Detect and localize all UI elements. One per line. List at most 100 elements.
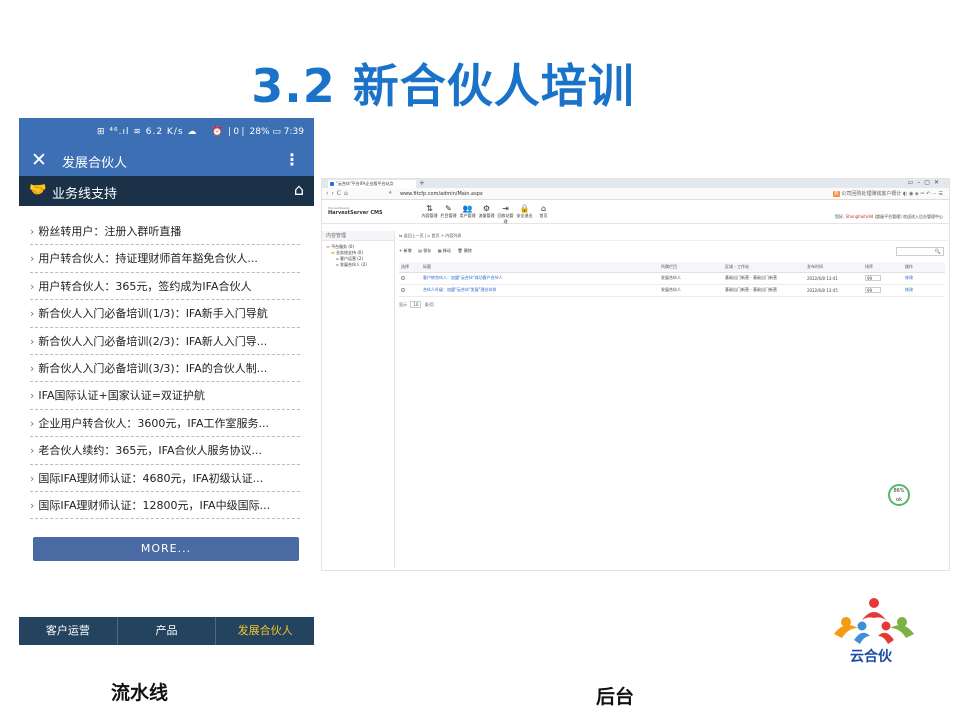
new-tab-icon[interactable]: +	[419, 179, 425, 187]
address-bar: ‹›C⌂ ★ www.fitcfp.com/admin/Main.aspx 热 …	[322, 188, 949, 200]
column-header: 选择	[399, 262, 421, 273]
chevron-right-icon: ›	[30, 444, 35, 458]
content-table: 选择 标题 所属栏目 区域 - 工作站 发布时间 排序 操作 客户转合伙人：加盟…	[399, 262, 945, 297]
list-item[interactable]: › 国际IFA理财师认证：12800元，IFA中级国际...	[30, 492, 300, 520]
save-button[interactable]: ▤ 保存	[418, 248, 431, 254]
progress-indicator: 86% ok	[888, 484, 910, 506]
row-category: 发展合伙人	[659, 284, 723, 297]
url-field[interactable]: www.fitcfp.com/admin/Main.aspx	[400, 191, 483, 197]
cms-brand: HarvestServer CMS	[328, 210, 383, 216]
row-region: 基础出门新营 - 基础出门新营	[723, 272, 805, 285]
home-icon[interactable]: ⌂	[294, 180, 304, 199]
gear-icon: ⚙	[482, 204, 491, 213]
tab-partner-development[interactable]: 发展合伙人	[216, 617, 314, 645]
chevron-right-icon: ›	[30, 279, 35, 293]
list-item[interactable]: › 老合伙人续约：365元，IFA合伙人服务协议...	[30, 437, 300, 465]
radio-icon[interactable]	[401, 275, 405, 280]
status-left: ⊞ ⁴⁶.ıl ≋ 6.2 K/s ☁	[97, 127, 198, 137]
lock-icon: 🔒	[519, 204, 530, 213]
radio-icon[interactable]	[401, 287, 405, 292]
list-item[interactable]: › 企业用户转合伙人：3600元，IFA工作室服务...	[30, 410, 300, 438]
browser-tab[interactable]: "云合伙"平台IFA企业版平台站点	[328, 180, 416, 188]
progress-sub: ok	[896, 497, 902, 503]
delete-button[interactable]: 🗑 删除	[458, 248, 472, 254]
list-item[interactable]: › 新合伙人入门必备培训(1/3)：IFA新手入门导航	[30, 300, 300, 328]
list-item-label: 新合伙人入门必备培训(1/3)：IFA新手入门导航	[38, 307, 268, 321]
menu-content-management[interactable]: ⇅ 内容管理	[420, 204, 439, 225]
row-sort: 99	[863, 284, 903, 297]
move-button[interactable]: ▦ 移动	[438, 248, 451, 254]
column-header: 区域 - 工作站	[723, 262, 805, 273]
folder-icon: ▬	[326, 244, 330, 249]
page-size-select[interactable]: 10	[410, 300, 422, 308]
search-icon[interactable]: 🔍	[935, 249, 941, 255]
window-controls-icon[interactable]: ▭–▢✕	[908, 179, 943, 186]
tree-node[interactable]: ▫ 发展合伙人 (2)	[326, 262, 390, 268]
cms-logo: HarvestDesign HarvestServer CMS	[328, 206, 383, 216]
list-item[interactable]: › IFA国际认证+国家认证=双证护航	[30, 382, 300, 410]
row-select[interactable]	[399, 284, 421, 297]
yunhehuo-logo: 云合伙	[828, 596, 920, 670]
menu-recycle-bin[interactable]: ⇥ 回收站管理	[496, 204, 515, 225]
favicon-icon	[330, 182, 334, 186]
row-select[interactable]	[399, 272, 421, 285]
sort-input[interactable]: 99	[865, 275, 881, 281]
menu-home[interactable]: ⌂ 首页	[534, 204, 553, 225]
column-header: 标题	[421, 262, 659, 273]
tab-products[interactable]: 产品	[118, 617, 217, 645]
tree-node-label: 客户运营 (2)	[340, 256, 363, 261]
home-icon: ⌂	[540, 204, 547, 213]
tab-customer-ops[interactable]: 客户运营	[19, 617, 118, 645]
menu-user-management[interactable]: 👥 用户管理	[458, 204, 477, 225]
menu-logout[interactable]: 🔒 安全退出	[515, 204, 534, 225]
row-title[interactable]: 客户转合伙人：加盟"云合伙"成功客户合伙人	[421, 272, 659, 285]
table-row: 客户转合伙人：加盟"云合伙"成功客户合伙人 发展合伙人 基础出门新营 - 基础出…	[399, 272, 945, 285]
row-title[interactable]: 合伙人升级：加盟"云合伙"发展"理业伙伴	[421, 284, 659, 297]
search-input[interactable]: 🔍	[896, 247, 944, 256]
add-button[interactable]: + 新增	[399, 248, 412, 254]
status-right: ⏰ ❘0❘ 28% ▭ 7:39	[211, 127, 304, 137]
list-item[interactable]: › 新合伙人入门必备培训(2/3)：IFA新人入门导...	[30, 328, 300, 355]
section-title: 业务线支持	[52, 187, 118, 202]
list-item[interactable]: › 用户转合伙人：365元，签约成为IFA合伙人	[30, 273, 300, 301]
menu-label: 用户管理	[459, 213, 476, 218]
list-item-label: 粉丝转用户：注册入群听直播	[38, 225, 182, 238]
edit-icon: ✎	[445, 204, 452, 213]
sort-input[interactable]: 99	[865, 287, 881, 293]
row-edit-link[interactable]: 修改	[903, 284, 945, 297]
navigation-icons[interactable]: ‹›C⌂	[326, 190, 351, 197]
list-item-label: 老合伙人续约：365元，IFA合伙人服务协议...	[38, 444, 262, 458]
slide-title: 3.2 新合伙人培训	[251, 59, 635, 113]
chevron-right-icon: ›	[30, 361, 35, 375]
bookmark-star-icon[interactable]: ★	[388, 190, 392, 196]
sort-icon: ⇅	[426, 204, 433, 213]
menu-traffic-management[interactable]: ⚙ 流量管理	[477, 204, 496, 225]
row-edit-link[interactable]: 修改	[903, 272, 945, 285]
close-icon[interactable]: ✕	[31, 149, 47, 171]
list-item[interactable]: › 用户转合伙人：持证理财师首年豁免合伙人...	[30, 245, 300, 273]
extension-text[interactable]: 公司回购处理赚钱客户概计	[841, 191, 901, 197]
list-item-label: 新合伙人入门必备培训(2/3)：IFA新人入门导...	[38, 334, 268, 348]
browser-tab-title: "云合伙"平台IFA企业版平台站点	[336, 181, 394, 186]
menu-column-management[interactable]: ✎ 栏目管理	[439, 204, 458, 225]
list-item[interactable]: › 粉丝转用户：注册入群听直播	[30, 218, 300, 246]
caption-backend: 后台	[596, 686, 635, 708]
toolbar: + 新增 ▤ 保存 ▦ 移动 🗑 删除 🔍	[399, 244, 949, 259]
more-button[interactable]: MORE...	[33, 537, 299, 561]
browser-extensions: 热 公司回购处理赚钱客户概计 ◐ ◉ ◈ ✂ ↶ ⋯ ☰	[832, 191, 943, 197]
cms-menu: ⇅ 内容管理 ✎ 栏目管理 👥 用户管理 ⚙ 流量管理 ⇥ 回收站管理 🔒 安全退出 ⌂ 首页	[420, 204, 553, 225]
breadcrumb[interactable]: ⇆ 返回上一页 | ⌂ 首页 > 内容列表	[399, 231, 949, 241]
menu-label: 栏目管理	[440, 213, 457, 218]
menu-label: 首页	[539, 213, 548, 218]
column-header: 所属栏目	[659, 262, 723, 273]
chevron-right-icon: ›	[30, 498, 35, 512]
more-menu-icon[interactable]: ⋮	[284, 150, 300, 169]
row-region: 基础出门新营 - 基础出门新营	[723, 284, 805, 297]
course-list: › 粉丝转用户：注册入群听直播 › 用户转合伙人：持证理财师首年豁免合伙人... ›…	[30, 218, 300, 520]
page-icon: ▫	[336, 256, 339, 261]
list-item[interactable]: › 新合伙人入门必备培训(3/3)：IFA的合伙人制...	[30, 355, 300, 383]
user-name[interactable]: Shanghaifu9d	[846, 214, 874, 219]
tree-node-label: 业务线支持 (0)	[336, 250, 363, 255]
list-item-label: 国际IFA理财师认证：4680元，IFA初级认证...	[38, 471, 264, 485]
list-item[interactable]: › 国际IFA理财师认证：4680元，IFA初级认证...	[30, 465, 300, 492]
